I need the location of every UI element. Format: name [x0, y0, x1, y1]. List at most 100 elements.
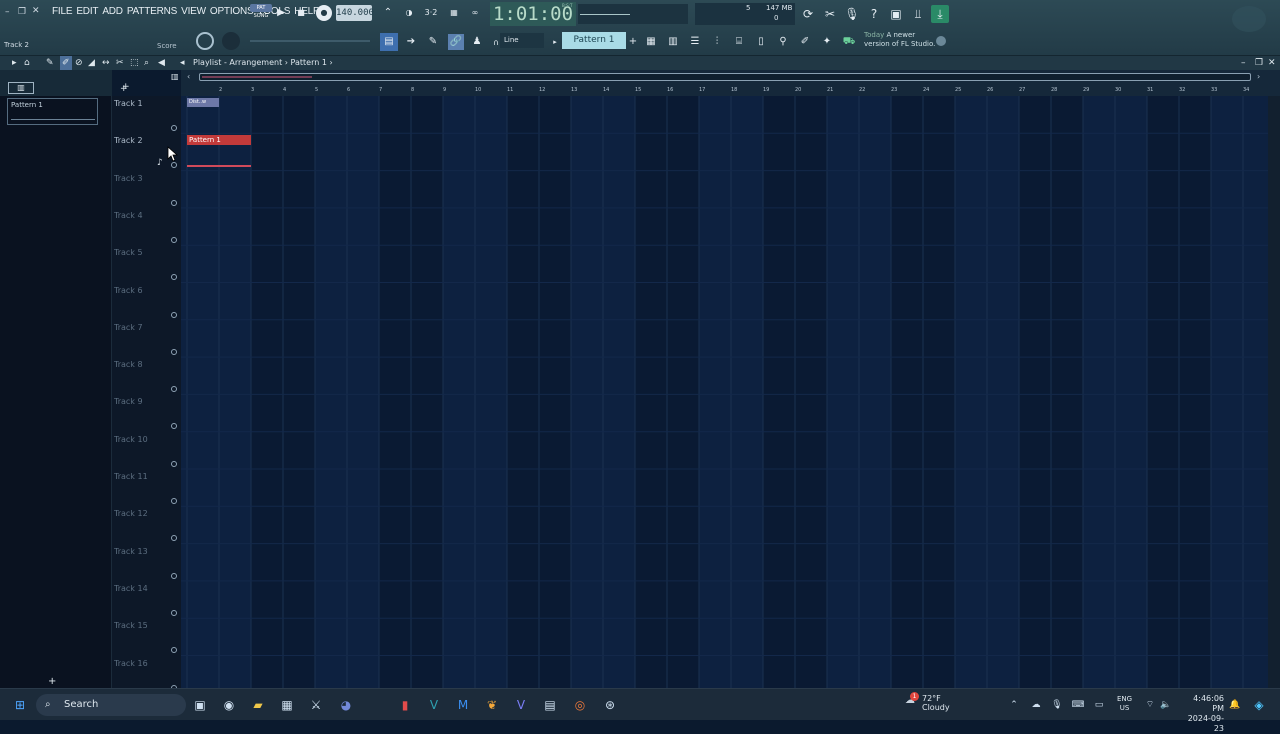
- track-mute-icon[interactable]: [171, 609, 177, 616]
- stamp-icon[interactable]: ♟: [470, 35, 484, 49]
- tray-mic-icon[interactable]: 🎙: [1049, 697, 1065, 713]
- link-icon[interactable]: 🔗: [448, 34, 464, 50]
- browser-taskbar-icon[interactable]: ◉: [221, 697, 237, 713]
- snap-select[interactable]: Line: [500, 33, 544, 48]
- menu-add[interactable]: ADD: [100, 6, 125, 17]
- playlist-icon[interactable]: ▦: [644, 35, 658, 49]
- tray-keyboard-icon[interactable]: ⌨: [1070, 697, 1086, 713]
- scroll-right-icon[interactable]: ›: [1257, 72, 1260, 81]
- loop-record-icon[interactable]: ∞: [468, 6, 482, 20]
- track-mute-icon[interactable]: [171, 162, 177, 169]
- track-header-label[interactable]: Track 2: [114, 136, 143, 145]
- menu-options[interactable]: OPTIONS: [208, 6, 256, 17]
- track-header-label[interactable]: Track 15: [114, 621, 148, 630]
- horizontal-scrollbar[interactable]: [199, 73, 1251, 81]
- track-mute-icon[interactable]: [171, 386, 177, 393]
- record-icon[interactable]: ●: [316, 5, 332, 21]
- track-mute-icon[interactable]: [171, 311, 177, 318]
- track-mute-icon[interactable]: [171, 498, 177, 504]
- news-settings-icon[interactable]: [936, 36, 946, 46]
- discord-icon[interactable]: ◕: [338, 697, 354, 713]
- track-header-label[interactable]: Track 12: [114, 509, 148, 518]
- picker-add-icon[interactable]: +: [48, 676, 56, 687]
- minimize-icon[interactable]: –: [5, 7, 10, 17]
- playback-tool-icon[interactable]: ◀: [158, 56, 165, 70]
- menu-file[interactable]: FILE: [50, 6, 74, 17]
- restore-icon[interactable]: ❐: [18, 7, 26, 17]
- track-header-label[interactable]: Track 6: [114, 286, 143, 295]
- scroll-left-icon[interactable]: ‹: [187, 72, 190, 81]
- slice-tool-icon[interactable]: ✂: [116, 56, 124, 70]
- track-header-label[interactable]: Track 14: [114, 584, 148, 593]
- delete-tool-icon[interactable]: ⊘: [75, 56, 83, 70]
- playlist-menu-icon[interactable]: ▸: [12, 56, 17, 70]
- playlist-close-icon[interactable]: ✕: [1268, 56, 1276, 70]
- track-mute-icon[interactable]: [171, 460, 177, 467]
- tray-display-icon[interactable]: ▭: [1091, 697, 1107, 713]
- track-mute-icon[interactable]: [171, 236, 177, 243]
- audio-app-icon[interactable]: ◎: [572, 697, 588, 713]
- track-mute-icon[interactable]: [171, 572, 177, 579]
- cut-tools-icon[interactable]: ✂: [821, 5, 839, 23]
- stop-icon[interactable]: ■: [294, 6, 308, 20]
- track-header-label[interactable]: Track 7: [114, 323, 143, 332]
- close-icon[interactable]: ✕: [32, 6, 40, 16]
- master-volume-knob[interactable]: [196, 32, 214, 50]
- track-header-label[interactable]: Track 11: [114, 472, 148, 481]
- magnet-snap-icon[interactable]: ⌂: [24, 56, 30, 70]
- arrangement-grid[interactable]: [181, 96, 1268, 688]
- countdown-icon[interactable]: 3·2: [424, 6, 438, 20]
- weather-widget[interactable]: 72°F Cloudy: [922, 694, 950, 712]
- arrow-right-icon[interactable]: ➔: [404, 35, 418, 49]
- taskbar-search[interactable]: Search: [36, 694, 186, 716]
- track-header-label[interactable]: Track 4: [114, 211, 143, 220]
- vegas-icon[interactable]: V: [426, 697, 442, 713]
- zoom-tool-icon[interactable]: ⌕: [144, 56, 149, 70]
- fl-studio-taskbar-icon[interactable]: ❦: [484, 697, 500, 713]
- vertical-scrollbar[interactable]: [1268, 96, 1280, 688]
- track-mute-icon[interactable]: [171, 535, 177, 542]
- plugin-icon[interactable]: ⚲: [776, 35, 790, 49]
- copilot-icon[interactable]: ◈: [1251, 697, 1267, 713]
- track-mute-icon[interactable]: [171, 274, 177, 281]
- archive-icon[interactable]: ▤: [542, 697, 558, 713]
- v-app-icon[interactable]: V: [513, 697, 529, 713]
- audio-clip[interactable]: Dist..w: [187, 98, 219, 107]
- tempo-tapper-icon[interactable]: ✐: [798, 35, 812, 49]
- app-red-icon[interactable]: ▮: [397, 697, 413, 713]
- tray-cloud-icon[interactable]: ☁: [1028, 697, 1044, 713]
- code-icon[interactable]: M: [455, 697, 471, 713]
- browser-icon[interactable]: ⌸: [732, 35, 746, 49]
- app-icon[interactable]: ⚔: [308, 697, 324, 713]
- channel-rack-icon[interactable]: ☰: [688, 35, 702, 49]
- track-header-label[interactable]: Track 1: [114, 99, 143, 108]
- start-icon[interactable]: ⊞: [12, 697, 28, 713]
- track-mute-icon[interactable]: [171, 125, 177, 131]
- play-icon[interactable]: ▶: [274, 6, 288, 20]
- master-pitch-knob[interactable]: [222, 32, 240, 50]
- slip-tool-icon[interactable]: ↔: [102, 56, 110, 70]
- help-icon[interactable]: ?: [865, 5, 883, 23]
- pattern-prev-icon[interactable]: ▸: [548, 35, 562, 49]
- menu-patterns[interactable]: PATTERNS: [125, 6, 179, 17]
- folder-icon[interactable]: ▰: [250, 697, 266, 713]
- playlist-maximize-icon[interactable]: ❐: [1255, 56, 1263, 70]
- track-mute-icon[interactable]: [171, 647, 177, 654]
- track-header-label[interactable]: Track 10: [114, 435, 148, 444]
- volume-icon[interactable]: 🔈: [1158, 697, 1174, 713]
- menu-view[interactable]: VIEW: [179, 6, 208, 17]
- capture-icon[interactable]: ✦: [820, 35, 834, 49]
- shop-icon[interactable]: ⛟: [842, 35, 856, 49]
- language-indicator[interactable]: ENG US: [1117, 695, 1132, 713]
- mute-tool-icon[interactable]: ◢: [88, 56, 95, 70]
- main-slider[interactable]: [250, 40, 370, 42]
- metronome-icon[interactable]: ⌃: [381, 6, 395, 20]
- brush-icon[interactable]: ✎: [426, 35, 440, 49]
- file-icon[interactable]: ▯: [754, 35, 768, 49]
- wifi-icon[interactable]: ⌔: [1142, 697, 1158, 713]
- track-header-label[interactable]: Track 5: [114, 248, 143, 257]
- picker-item-pattern[interactable]: Pattern 1: [7, 98, 98, 125]
- undo-history-icon[interactable]: ⟳: [799, 5, 817, 23]
- track-mute-icon[interactable]: [171, 199, 177, 206]
- system-clock[interactable]: 4:46:06 PM 2024-09-23: [1182, 694, 1224, 734]
